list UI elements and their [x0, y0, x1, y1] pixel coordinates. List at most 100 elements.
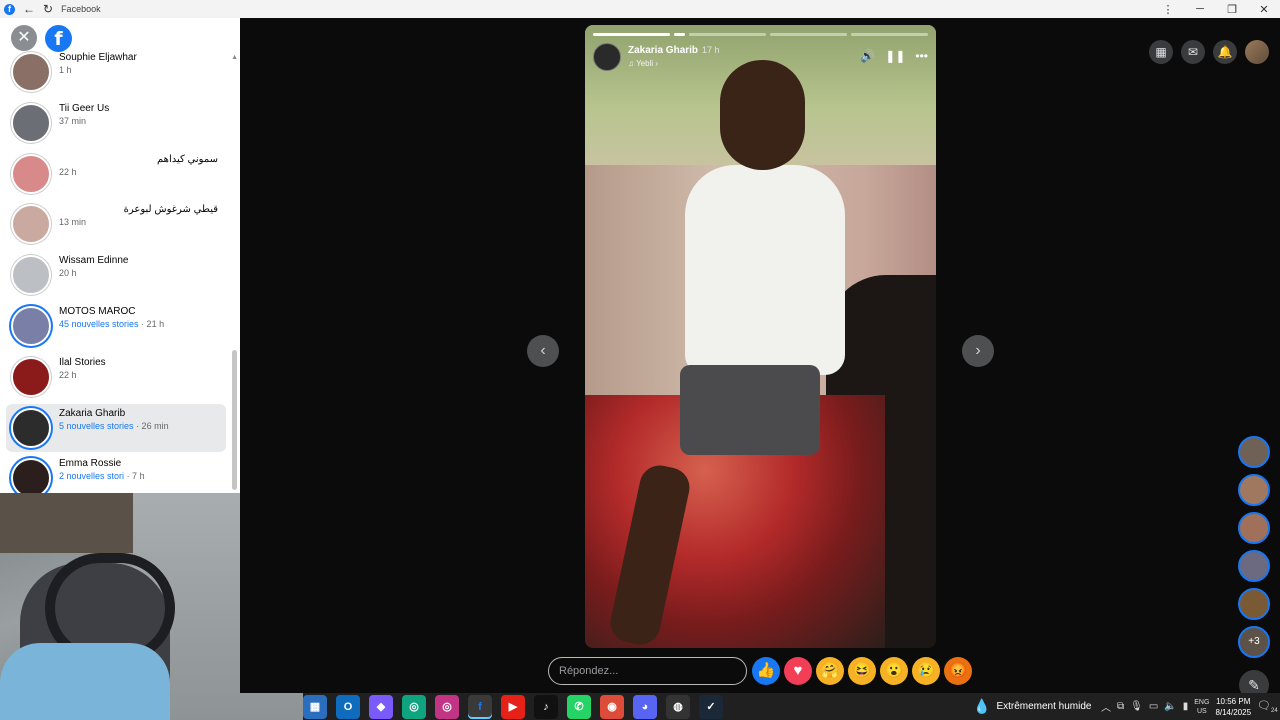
story-author-name: Zakaria Gharib — [59, 407, 126, 419]
reload-icon[interactable]: ↻ — [43, 2, 53, 16]
angry-reaction-icon[interactable]: 😡 — [944, 657, 972, 685]
stories-sidebar: ✕ f ▲ Souphie Eljawhar 1 h Tii Geer Us 37 m… — [0, 18, 240, 493]
story-avatar — [11, 255, 51, 296]
reaction-bar: 👍 ♥ 🤗 😆 😮 😢 😡 — [752, 657, 972, 685]
youtube-app-icon[interactable]: ▶ — [501, 694, 525, 719]
story-time: 22 h — [59, 166, 77, 177]
notification-center-icon[interactable]: 🗨24 — [1257, 699, 1278, 714]
clock-date: 8/14/2025 — [1215, 707, 1252, 717]
windows-taskbar: ▦ O ◆ ◎ ◎ f ▶ ♪ ✆ ◉ ◕ ◍ ✓ 💧 Extrêmement humide ︿ ⧉ 🎙… — [303, 693, 1280, 720]
story-progress-bar — [593, 33, 929, 36]
weather-widget[interactable]: 💧 Extrêmement humide — [973, 693, 1091, 720]
whatsapp-app-icon[interactable]: ✆ — [567, 694, 591, 719]
notifications-bell-icon[interactable]: 🔔 — [1213, 40, 1237, 64]
copilot-app-icon[interactable]: ◆ — [369, 694, 393, 719]
taskbar-apps: ▦ O ◆ ◎ ◎ f ▶ ♪ ✆ ◉ ◕ ◍ ✓ — [303, 694, 723, 719]
scroll-up-arrow-icon[interactable]: ▲ — [231, 54, 238, 61]
speaker-icon[interactable]: 🔈 — [1164, 701, 1176, 712]
story-avatar — [11, 356, 51, 397]
app-green-app-icon[interactable]: ◎ — [402, 694, 426, 719]
story-author-name: سموني كيداهم — [157, 153, 218, 165]
progress-segment — [851, 33, 929, 36]
story-media[interactable]: Zakaria Gharib 17 h ♫ Yebli › 🔊 ❚❚ ••• — [585, 25, 936, 648]
story-list-item[interactable]: Tii Geer Us 37 min — [6, 99, 226, 147]
story-list-item[interactable]: Emma Rossie 2 nouvelles stori · 7 h — [6, 454, 226, 493]
restore-button[interactable]: ❐ — [1216, 3, 1248, 16]
story-author-name: Souphie Eljawhar — [59, 52, 137, 63]
story-author-avatar[interactable] — [593, 43, 621, 71]
steam-app-icon[interactable]: ✓ — [699, 694, 723, 719]
pause-icon[interactable]: ❚❚ — [885, 49, 905, 63]
notification-count: 24 — [1271, 708, 1278, 715]
story-list-item[interactable]: Wissam Edinne 20 h — [6, 251, 226, 299]
story-list-item[interactable]: قيطي شرغوش لبوعرة 13 min — [6, 200, 226, 248]
story-author-name: Wissam Edinne — [59, 255, 129, 267]
minimize-button[interactable]: ─ — [1184, 3, 1216, 16]
battery-icon[interactable]: ▮ — [1183, 701, 1189, 712]
messenger-icon[interactable]: ✉ — [1181, 40, 1205, 64]
contact-avatar[interactable] — [1238, 550, 1270, 582]
contact-avatar[interactable] — [1238, 474, 1270, 506]
story-list-item[interactable]: Ilal Stories 22 h — [6, 353, 226, 401]
clock[interactable]: 10:56 PM 8/14/2025 — [1215, 696, 1251, 718]
progress-segment — [770, 33, 848, 36]
story-author-name: MOTOS MAROC — [59, 306, 136, 317]
menu-grid-icon[interactable]: ▦ — [1149, 40, 1173, 64]
language-indicator[interactable]: ENG US — [1194, 698, 1209, 716]
sad-reaction-icon[interactable]: 😢 — [912, 657, 940, 685]
reply-input[interactable]: Répondez... — [548, 657, 747, 685]
story-author-name: Tii Geer Us — [59, 102, 110, 114]
tray-app-icon[interactable]: ⧉ — [1117, 701, 1124, 712]
contact-avatar[interactable] — [1238, 436, 1270, 468]
story-author-name[interactable]: Zakaria Gharib — [628, 45, 698, 56]
chrome-app-icon[interactable]: ◉ — [600, 694, 624, 719]
previous-story-button[interactable]: ‹ — [527, 335, 559, 367]
story-time: 17 h — [702, 45, 720, 55]
more-contacts-badge[interactable]: +3 — [1238, 626, 1270, 658]
tiktok-app-icon[interactable]: ♪ — [534, 694, 558, 719]
story-avatar — [11, 102, 51, 143]
story-list-item[interactable]: MOTOS MAROC 45 nouvelles stories · 21 h — [6, 302, 226, 350]
story-avatar — [11, 306, 51, 346]
browser-title-bar: f ← ↻ Facebook ⋮ ─ ❐ ✕ — [0, 0, 1280, 18]
discord-app-icon[interactable]: ◕ — [633, 694, 657, 719]
wow-reaction-icon[interactable]: 😮 — [880, 657, 908, 685]
love-reaction-icon[interactable]: ♥ — [784, 657, 812, 685]
story-music-label[interactable]: ♫ Yebli › — [628, 59, 658, 68]
microphone-icon[interactable]: 🎙 — [1130, 701, 1143, 712]
more-options-icon[interactable]: ••• — [915, 49, 928, 63]
like-reaction-icon[interactable]: 👍 — [752, 657, 780, 685]
story-viewer: Zakaria Gharib 17 h ♫ Yebli › 🔊 ❚❚ ••• ‹ … — [240, 18, 1280, 700]
files-app-icon[interactable]: ▦ — [303, 694, 327, 719]
profile-avatar[interactable] — [1245, 40, 1269, 64]
facebook-favicon-icon: f — [4, 3, 15, 15]
system-tray: ︿ ⧉ 🎙 ▭ 🔈 ▮ ENG US 10:56 PM 8/14/2025 🗨2… — [1101, 693, 1278, 720]
menu-kebab-icon[interactable]: ⋮ — [1152, 3, 1184, 16]
volume-icon[interactable]: 🔊 — [860, 49, 875, 63]
keyboard-region: US — [1196, 707, 1207, 715]
new-stories-count: 5 nouvelles stories — [59, 420, 134, 431]
close-window-button[interactable]: ✕ — [1248, 3, 1280, 16]
progress-segment — [689, 33, 767, 36]
story-time: 20 h — [59, 268, 77, 279]
instagram-app-icon[interactable]: ◎ — [435, 694, 459, 719]
network-icon[interactable]: ▭ — [1149, 701, 1158, 712]
story-list-item[interactable]: Souphie Eljawhar 1 h — [6, 48, 226, 96]
game-app-icon[interactable]: ◍ — [666, 694, 690, 719]
contact-avatar[interactable] — [1238, 512, 1270, 544]
care-reaction-icon[interactable]: 🤗 — [816, 657, 844, 685]
story-time: · 21 h — [141, 319, 165, 329]
facebook-app-icon[interactable]: f — [468, 694, 492, 719]
story-author-name: Ilal Stories — [59, 356, 106, 368]
contact-avatar[interactable] — [1238, 588, 1270, 620]
haha-reaction-icon[interactable]: 😆 — [848, 657, 876, 685]
tray-chevron-icon[interactable]: ︿ — [1101, 699, 1111, 714]
back-arrow-icon[interactable]: ← — [23, 2, 35, 16]
story-avatar — [11, 407, 51, 448]
outlook-app-icon[interactable]: O — [336, 694, 360, 719]
next-story-button[interactable]: › — [962, 335, 994, 367]
story-list-item[interactable]: سموني كيداهم 22 h — [6, 150, 226, 198]
story-list-item[interactable]: Zakaria Gharib 5 nouvelles stories · 26 m… — [6, 403, 226, 452]
progress-segment — [593, 33, 670, 36]
sidebar-scrollbar[interactable] — [232, 350, 237, 490]
